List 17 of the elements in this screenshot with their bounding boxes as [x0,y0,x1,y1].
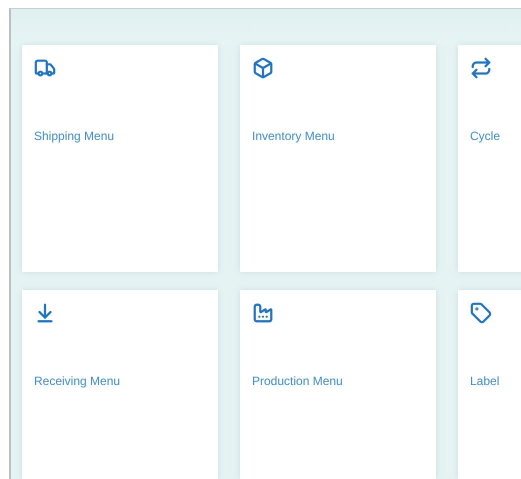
menu-link[interactable]: Inventory Menu [252,129,335,143]
menu-tile[interactable]: Cycle [458,45,521,272]
tag-icon [470,302,492,324]
factory-icon [252,302,274,324]
menu-link[interactable]: Cycle [470,129,500,143]
menu-link[interactable]: Label [470,374,500,388]
menu-link[interactable]: Shipping Menu [34,129,114,143]
menu-tile[interactable]: Label [458,290,521,479]
truck-icon [34,57,56,79]
menu-tile[interactable]: Inventory Menu [240,45,436,272]
menu-link[interactable]: Production Menu [252,374,343,388]
menu-tile[interactable]: Receiving Menu [22,290,218,479]
menu-tile[interactable]: Shipping Menu [22,45,218,272]
menu-link[interactable]: Receiving Menu [34,374,120,388]
menu-tile[interactable]: Production Menu [240,290,436,479]
box-icon [252,57,274,79]
repeat-icon [470,57,492,79]
